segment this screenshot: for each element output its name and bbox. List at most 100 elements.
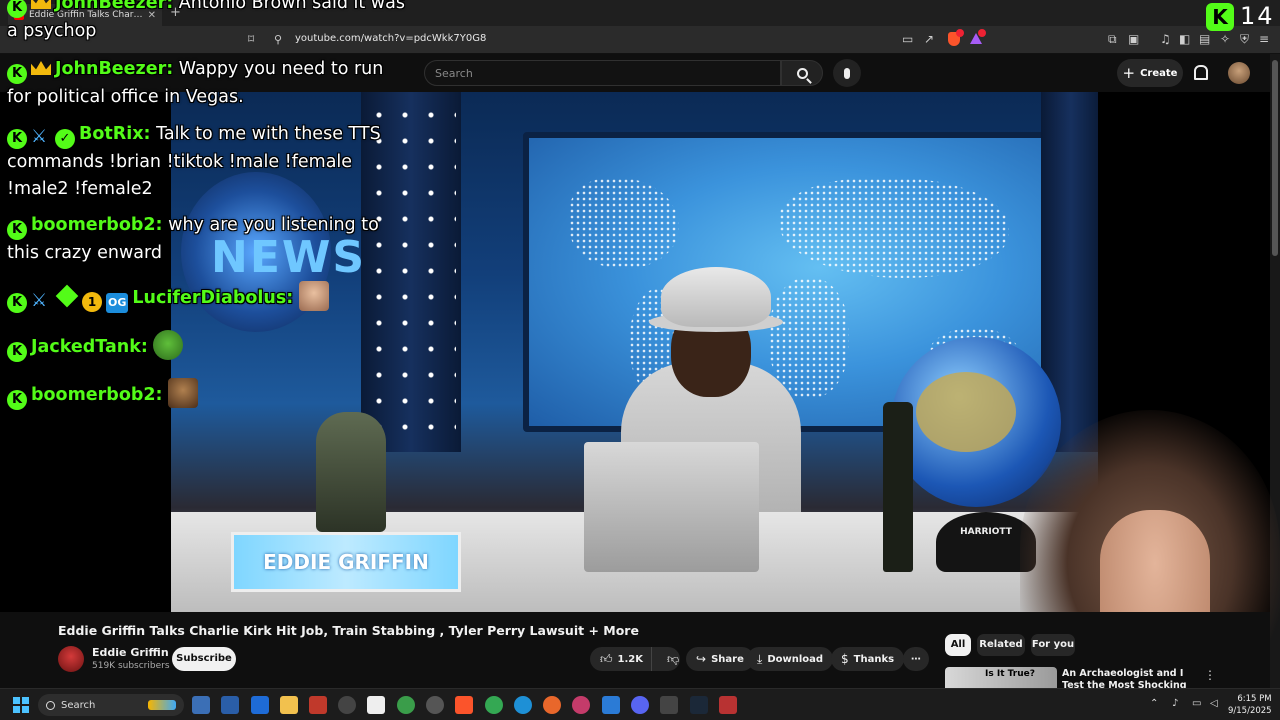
voice-search-button[interactable] — [833, 59, 861, 87]
search-box[interactable] — [424, 60, 781, 86]
screen: Eddie Griffin Talks Charlie Kirk... ✕ + … — [0, 0, 1280, 720]
create-button[interactable]: + Create — [1117, 59, 1183, 87]
share-button[interactable]: ↪ Share — [686, 647, 754, 671]
cast-icon[interactable]: ▭ — [902, 32, 913, 46]
kick-badge-icon: K — [7, 0, 27, 18]
search-button[interactable] — [781, 60, 823, 86]
chat-message: K JohnBeezer: Wappy you need to run for p… — [7, 56, 407, 111]
taskbar-search[interactable]: Search — [38, 694, 184, 716]
chat-username: JackedTank: — [31, 337, 148, 357]
app-icon-notion[interactable] — [367, 696, 385, 714]
verified-badge-icon: ✓ — [55, 129, 75, 149]
app-icon-user[interactable] — [660, 696, 678, 714]
vpn-icon[interactable]: ⛨ — [1240, 32, 1249, 47]
wallet-icon[interactable]: ▤ — [1199, 32, 1210, 46]
kick-badge-icon: K — [7, 64, 27, 84]
sunglasses-emote-icon — [168, 378, 199, 408]
globe-land — [916, 372, 1016, 452]
discord-icon[interactable] — [631, 696, 649, 714]
steam-icon[interactable] — [690, 696, 708, 714]
app-icon-obs[interactable] — [426, 696, 444, 714]
app-icon-task-view[interactable] — [221, 696, 239, 714]
extensions-icon[interactable]: ⧉ — [1108, 32, 1117, 47]
shields-badge — [956, 29, 964, 37]
firefox-icon[interactable] — [543, 696, 561, 714]
share-label: Share — [711, 653, 744, 665]
leo-ai-icon[interactable]: ✧ — [1220, 32, 1230, 46]
recommended-video-thumbnail[interactable]: Is It True? — [945, 667, 1057, 688]
app-icon-grid[interactable] — [719, 696, 737, 714]
chat-message: K JohnBeezer: Antonio Brown said it was a… — [7, 0, 407, 45]
thumbs-down-icon: 👎︎ — [667, 651, 680, 666]
recommended-more-icon[interactable]: ⋮ — [1204, 668, 1216, 682]
app-icon-pink[interactable] — [572, 696, 590, 714]
chat-username: boomerbob2: — [31, 385, 163, 405]
network-icon[interactable]: ▭ — [1192, 698, 1201, 709]
chip-related[interactable]: Related — [977, 634, 1025, 656]
chip-all[interactable]: All — [945, 634, 971, 656]
app-icon-red[interactable] — [309, 696, 327, 714]
like-dislike-group: 👍︎ 1.2K 👎︎ — [590, 647, 680, 671]
plus-icon: + — [1122, 64, 1136, 82]
tray-overflow-icon[interactable]: ⌃ — [1150, 698, 1158, 709]
microphone-icon — [844, 67, 850, 79]
vscode-icon[interactable] — [602, 696, 620, 714]
kick-badge-icon: K — [7, 390, 27, 410]
file-explorer-icon[interactable] — [280, 696, 298, 714]
menu-icon[interactable]: ≡ — [1259, 32, 1269, 46]
dislike-button[interactable]: 👎︎ — [657, 647, 689, 671]
microphone-tray-icon[interactable]: ♪ — [1172, 698, 1178, 709]
windows-taskbar: Search ⌃ ♪ ▭ ◁ 6:15 PM 9/15/2025 — [0, 688, 1280, 720]
crown-badge-icon — [31, 61, 51, 75]
sign-text: EDDIE GRIFFIN — [263, 550, 429, 574]
app-icon-r[interactable] — [251, 696, 269, 714]
share-page-icon[interactable]: ↗ — [924, 32, 934, 46]
channel-avatar[interactable] — [58, 646, 84, 672]
viewer-count: 14 — [1240, 2, 1275, 30]
taskbar-search-icon — [46, 700, 55, 710]
app-icon-clock[interactable] — [338, 696, 356, 714]
more-actions-button[interactable]: ⋯ — [903, 647, 929, 671]
edge-icon[interactable] — [514, 696, 532, 714]
video-info-section: Eddie Griffin Talks Charlie Kirk Hit Job… — [0, 612, 1270, 688]
notifications-bell-icon[interactable] — [1193, 65, 1208, 80]
search-icon — [796, 67, 808, 79]
create-label: Create — [1140, 67, 1178, 79]
taskbar-search-label: Search — [61, 699, 96, 711]
subscribe-button[interactable]: Subscribe — [172, 647, 236, 671]
kick-logo-icon: K — [1206, 3, 1234, 31]
like-button[interactable]: 👍︎ 1.2K — [590, 647, 653, 671]
face-emote-icon — [298, 281, 329, 311]
volume-icon[interactable]: ◁ — [1210, 698, 1218, 709]
thumbnail-text: Is It True? — [985, 669, 1035, 679]
media-icon[interactable]: ♫ — [1160, 32, 1171, 46]
recommended-video-title[interactable]: An Archaeologist and I Test the Most Sho… — [1062, 668, 1202, 688]
chat-username: LuciferDiabolus: — [132, 288, 294, 308]
download-button[interactable]: ⤓ Download — [747, 647, 834, 671]
app-icon-dev-tool[interactable] — [192, 696, 210, 714]
thanks-button[interactable]: $ Thanks — [831, 647, 905, 671]
scrollbar-thumb[interactable] — [1272, 60, 1278, 256]
app-icon-green[interactable] — [397, 696, 415, 714]
windows-start-icon[interactable] — [13, 697, 29, 713]
chat-username: JohnBeezer: — [55, 59, 174, 79]
brave-browser-icon[interactable] — [455, 696, 473, 714]
og-badge-icon: OG — [106, 293, 129, 313]
account-avatar[interactable] — [1228, 62, 1250, 84]
search-input[interactable] — [435, 66, 770, 80]
more-icon: ⋯ — [911, 653, 921, 665]
like-count: 1.2K — [617, 653, 644, 665]
split-view-icon[interactable]: ◧ — [1179, 32, 1190, 46]
clock-date: 9/15/2025 — [1228, 706, 1272, 716]
system-clock[interactable]: 6:15 PM 9/15/2025 — [1228, 693, 1272, 717]
clock-time: 6:15 PM — [1237, 694, 1272, 704]
chat-username: boomerbob2: — [31, 215, 163, 235]
chrome-icon[interactable] — [485, 696, 503, 714]
video-title: Eddie Griffin Talks Charlie Kirk Hit Job… — [58, 623, 639, 638]
one-month-badge-icon: 1 — [82, 292, 102, 312]
sidebar-icon[interactable]: ▣ — [1128, 32, 1139, 46]
chip-for-you[interactable]: For you — [1031, 634, 1075, 656]
thumbs-up-icon: 👍︎ — [600, 651, 613, 666]
channel-name[interactable]: Eddie Griffin — [92, 646, 169, 659]
search-highlight-icon — [148, 700, 176, 710]
